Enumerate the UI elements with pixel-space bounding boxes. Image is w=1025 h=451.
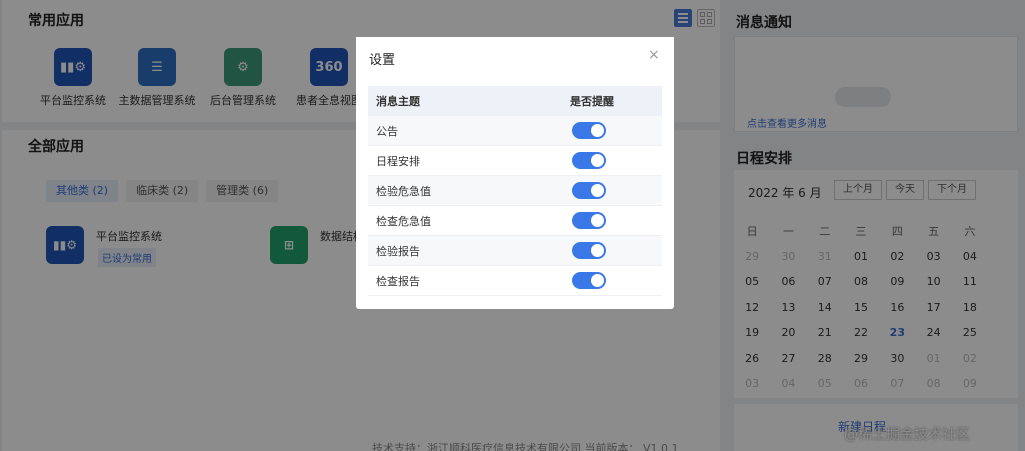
topic-label: 公告: [376, 124, 398, 138]
settings-row: 日程安排: [368, 146, 662, 176]
remind-cell: [560, 182, 662, 199]
remind-toggle[interactable]: [572, 272, 606, 289]
toggle-knob: [591, 244, 604, 257]
settings-row: 公告: [368, 116, 662, 146]
toggle-knob: [591, 124, 604, 137]
settings-row: 检查报告: [368, 266, 662, 296]
remind-cell: [560, 152, 662, 169]
remind-toggle[interactable]: [572, 242, 606, 259]
toggle-knob: [591, 154, 604, 167]
toggle-knob: [591, 214, 604, 227]
remind-toggle[interactable]: [572, 122, 606, 139]
settings-row: 检验报告: [368, 236, 662, 266]
settings-modal: 设置 × 消息主题 是否提醒 公告日程安排检验危急值检查危急值检验报告检查报告: [356, 37, 674, 309]
topic-label: 检验危急值: [376, 184, 431, 198]
settings-row: 检查危急值: [368, 206, 662, 236]
topic-label: 检查危急值: [376, 214, 431, 228]
close-icon[interactable]: ×: [648, 47, 660, 63]
remind-toggle[interactable]: [572, 212, 606, 229]
page: 常用应用 ▮▮⚙ 平台监控系统 ☰ 主数据管理系统 ⚙ 后台管理系统 360 患者全息视图 全…: [0, 0, 1025, 451]
remind-cell: [560, 212, 662, 229]
toggle-knob: [591, 274, 604, 287]
remind-toggle[interactable]: [572, 152, 606, 169]
remind-cell: [560, 272, 662, 289]
modal-header: 设置 ×: [356, 37, 674, 75]
remind-cell: [560, 122, 662, 139]
col-topic-header: 消息主题: [376, 95, 420, 108]
topic-label: 日程安排: [376, 154, 420, 168]
settings-table: 消息主题 是否提醒 公告日程安排检验危急值检查危急值检验报告检查报告: [368, 86, 662, 296]
topic-label: 检查报告: [376, 274, 420, 288]
settings-row: 检验危急值: [368, 176, 662, 206]
topic-label: 检验报告: [376, 244, 420, 258]
remind-toggle[interactable]: [572, 182, 606, 199]
modal-title: 设置: [369, 53, 396, 68]
table-header: 消息主题 是否提醒: [368, 86, 662, 116]
col-remind-header: 是否提醒: [570, 95, 614, 108]
remind-cell: [560, 242, 662, 259]
toggle-knob: [591, 184, 604, 197]
